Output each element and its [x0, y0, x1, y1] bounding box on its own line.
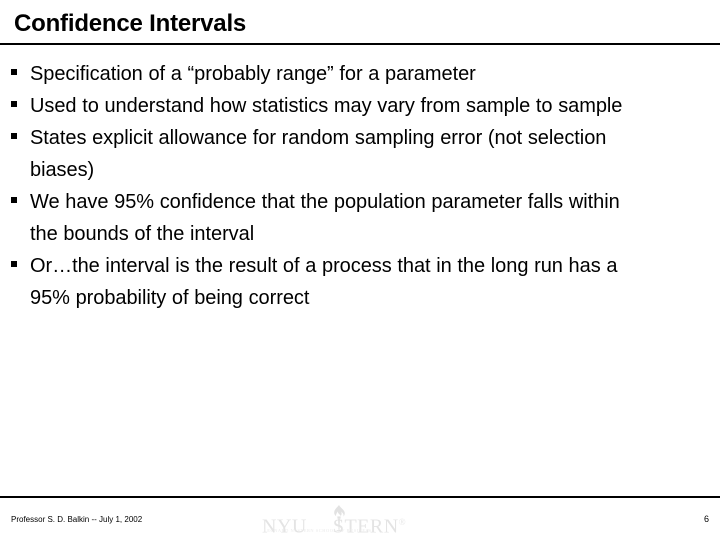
list-item-text: States explicit allowance for random sam… — [30, 127, 607, 181]
slide-canvas: Confidence Intervals Specification of a … — [0, 0, 720, 540]
list-item: We have 95% confidence that the populati… — [0, 186, 720, 250]
page-number: 6 — [703, 514, 709, 524]
square-bullet-icon — [11, 133, 17, 139]
footer-credit: Professor S. D. Balkin -- July 1, 2002 — [11, 515, 143, 524]
logo-trademark-text: ® — [398, 517, 407, 527]
list-item: Specification of a “probably range” for … — [0, 58, 720, 90]
bullet-list: Specification of a “probably range” for … — [0, 58, 720, 314]
square-bullet-icon — [11, 197, 17, 203]
square-bullet-icon — [11, 101, 17, 107]
list-item: Or…the interval is the result of a proce… — [0, 250, 720, 314]
logo-tagline: LEONARD N. STERN SCHOOL OF BUSINESS — [264, 528, 372, 533]
list-item: Used to understand how statistics may va… — [0, 90, 720, 122]
title-divider — [0, 43, 720, 45]
nyu-stern-logo: NYU STERN® LEONARD N. STERN SCHOOL OF BUS… — [262, 504, 422, 537]
list-item-text: Used to understand how statistics may va… — [30, 95, 623, 117]
logo-nyu-text: NYU — [262, 515, 307, 538]
square-bullet-icon — [11, 69, 17, 75]
list-item-text: Specification of a “probably range” for … — [30, 63, 476, 85]
list-item-text: Or…the interval is the result of a proce… — [30, 255, 618, 309]
list-item: States explicit allowance for random sam… — [0, 122, 720, 186]
page-title: Confidence Intervals — [14, 10, 247, 37]
square-bullet-icon — [11, 261, 17, 267]
list-item-text: We have 95% confidence that the populati… — [30, 191, 620, 245]
